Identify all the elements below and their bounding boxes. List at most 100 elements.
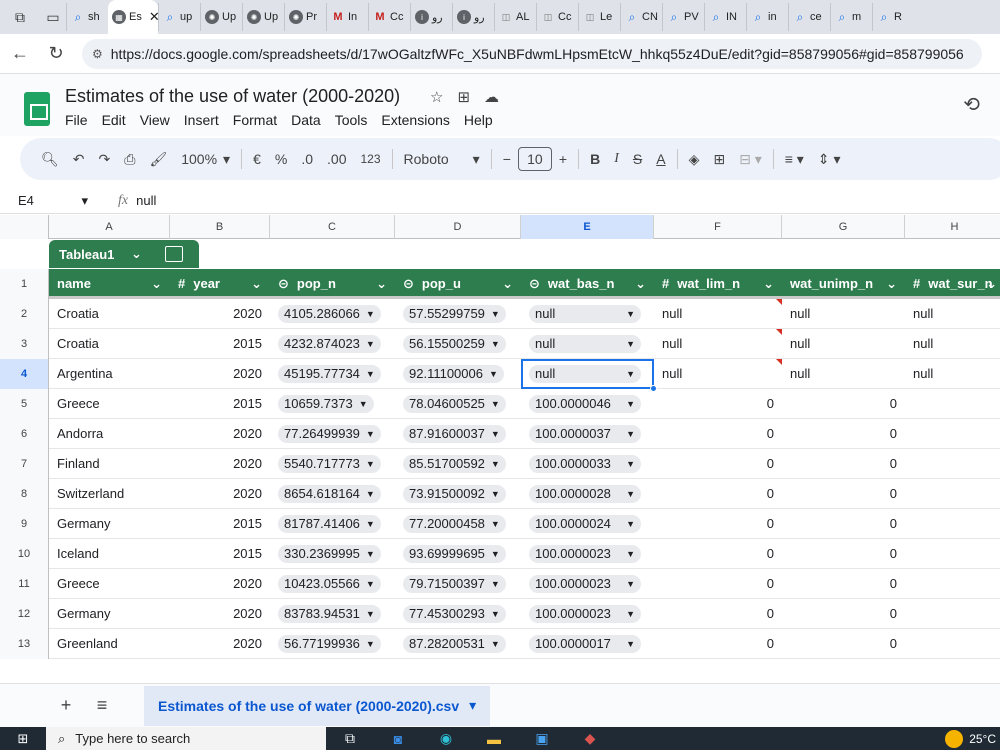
browser-tab[interactable]: ⌕ in (746, 3, 788, 31)
cell-pop-u[interactable]: 92.11100006 ▼ (395, 359, 521, 389)
star-icon[interactable]: ☆ (430, 88, 443, 106)
cell-name[interactable]: Andorra (49, 419, 170, 449)
version-history-icon[interactable]: ⟲ (963, 92, 980, 117)
column-header-a[interactable]: A (49, 215, 170, 239)
menu-item-edit[interactable]: Edit (95, 112, 133, 128)
text-color-button[interactable]: A (649, 145, 672, 173)
undo-icon[interactable]: ↶ (66, 145, 92, 173)
cell-pop-u[interactable]: 57.55299759 ▼ (395, 299, 521, 329)
dropdown-chip[interactable]: 85.51700592 ▼ (403, 455, 506, 473)
cell-wat-unimp-n[interactable]: null (782, 299, 905, 329)
chevron-down-icon[interactable]: ⌄ (886, 269, 897, 299)
cell-pop-u[interactable]: 77.45300293 ▼ (395, 599, 521, 629)
dropdown-chip[interactable]: 83783.94531 ▼ (278, 605, 381, 623)
font-size-increase-button[interactable]: + (552, 145, 574, 173)
fill-handle[interactable] (650, 385, 657, 392)
cell-name[interactable]: Argentina (49, 359, 170, 389)
cell-pop-u[interactable]: 79.71500397 ▼ (395, 569, 521, 599)
menu-item-tools[interactable]: Tools (328, 112, 375, 128)
cell-name[interactable]: Croatia (49, 329, 170, 359)
font-size-input[interactable]: 10 (517, 147, 552, 171)
dropdown-chip[interactable]: 77.20000458 ▼ (403, 515, 506, 533)
dropdown-chip[interactable]: 5540.717773 ▼ (278, 455, 381, 473)
cell-year[interactable]: 2020 (170, 599, 270, 629)
dropdown-chip[interactable]: 8654.618164 ▼ (278, 485, 381, 503)
dropdown-chip[interactable]: 4105.286066 ▼ (278, 305, 381, 323)
decrease-decimal-button[interactable]: .0 (294, 145, 320, 173)
column-header-pop-u[interactable]: ⊝ pop_u ⌄ (395, 269, 521, 299)
cell-wat-unimp-n[interactable]: 0 (782, 479, 905, 509)
edge-icon[interactable]: ◉ (422, 727, 470, 750)
cell-year[interactable]: 2020 (170, 569, 270, 599)
tab-actions-icon[interactable]: ▭ (40, 0, 66, 34)
column-header-wat-unimp-n[interactable]: wat_unimp_n ⌄ (782, 269, 905, 299)
cell-wat-sur-n[interactable] (905, 419, 1000, 449)
taskbar-search-input[interactable]: ⌕ Type here to search (46, 727, 326, 750)
cell-pop-n[interactable]: 45195.77734 ▼ (270, 359, 395, 389)
dropdown-chip[interactable]: 93.69999695 ▼ (403, 545, 506, 563)
vertical-align-icon[interactable]: ⇕ ▾ (811, 145, 848, 173)
cell-name[interactable]: Iceland (49, 539, 170, 569)
collections-icon[interactable]: ⧉ (0, 0, 40, 34)
chevron-down-icon[interactable]: ⌄ (376, 269, 387, 299)
cell-wat-lim-n[interactable]: null (654, 359, 782, 389)
increase-decimal-button[interactable]: .00 (320, 145, 353, 173)
dropdown-chip[interactable]: 57.55299759 ▼ (403, 305, 506, 323)
chevron-down-icon[interactable]: ⌄ (251, 269, 262, 299)
column-header-d[interactable]: D (395, 215, 521, 239)
cloud-status-icon[interactable]: ☁ (484, 88, 499, 106)
menu-item-view[interactable]: View (133, 112, 177, 128)
site-info-icon[interactable]: ⚙ (92, 47, 103, 61)
dropdown-chip[interactable]: 92.11100006 ▼ (403, 365, 504, 383)
task-view-icon[interactable]: ⧉ (326, 727, 374, 750)
font-select[interactable]: Roboto ▾ (397, 145, 487, 173)
cell-wat-bas-n[interactable]: 100.0000046 ▼ (521, 389, 654, 419)
cell-name[interactable]: Greenland (49, 629, 170, 659)
row-number[interactable]: 3 (0, 329, 49, 359)
chevron-down-icon[interactable]: ⌄ (763, 269, 774, 299)
column-header-year[interactable]: # year ⌄ (170, 269, 270, 299)
row-number[interactable]: 1 (0, 269, 49, 299)
dropdown-chip[interactable]: 100.0000024 ▼ (529, 515, 641, 533)
browser-tab[interactable]: M In (326, 3, 368, 31)
cell-wat-unimp-n[interactable]: null (782, 359, 905, 389)
cell-name[interactable]: Switzerland (49, 479, 170, 509)
file-explorer-icon[interactable]: ▬ (470, 727, 518, 750)
row-number[interactable]: 9 (0, 509, 49, 539)
dropdown-chip[interactable]: 78.04600525 ▼ (403, 395, 506, 413)
dropdown-chip[interactable]: 87.91600037 ▼ (403, 425, 506, 443)
dropdown-chip[interactable]: 77.45300293 ▼ (403, 605, 506, 623)
dropdown-chip[interactable]: 100.0000028 ▼ (529, 485, 641, 503)
column-header-h[interactable]: H (905, 215, 1000, 239)
browser-tab[interactable]: ⌕ R (872, 3, 914, 31)
cell-name[interactable]: Greece (49, 569, 170, 599)
menu-item-help[interactable]: Help (457, 112, 500, 128)
paint-format-icon[interactable]: 🖌︎ (142, 145, 174, 173)
cell-pop-n[interactable]: 4232.874023 ▼ (270, 329, 395, 359)
menu-item-format[interactable]: Format (226, 112, 284, 128)
dropdown-chip[interactable]: 77.26499939 ▼ (278, 425, 381, 443)
cell-pop-u[interactable]: 78.04600525 ▼ (395, 389, 521, 419)
dropdown-chip[interactable]: 87.28200531 ▼ (403, 635, 506, 653)
cell-year[interactable]: 2020 (170, 449, 270, 479)
table-view-icon[interactable] (165, 246, 183, 262)
cell-name[interactable]: Germany (49, 599, 170, 629)
browser-tab[interactable]: ⌕ ce (788, 3, 830, 31)
dropdown-chip[interactable]: 4232.874023 ▼ (278, 335, 381, 353)
cell-pop-n[interactable]: 330.2369995 ▼ (270, 539, 395, 569)
cell-pop-n[interactable]: 4105.286066 ▼ (270, 299, 395, 329)
cell-wat-sur-n[interactable] (905, 449, 1000, 479)
italic-button[interactable]: I (607, 145, 626, 173)
cell-wat-lim-n[interactable]: null (654, 329, 782, 359)
cell-year[interactable]: 2020 (170, 359, 270, 389)
chevron-down-icon[interactable]: ⌄ (986, 269, 997, 299)
cell-year[interactable]: 2015 (170, 329, 270, 359)
fill-color-icon[interactable]: ◈ (682, 145, 707, 173)
chevron-down-icon[interactable]: ⌄ (635, 269, 646, 299)
cell-wat-lim-n[interactable]: 0 (654, 569, 782, 599)
row-number[interactable]: 7 (0, 449, 49, 479)
row-number[interactable]: 10 (0, 539, 49, 569)
sheets-logo-icon[interactable] (24, 92, 50, 126)
dropdown-chip[interactable]: 100.0000023 ▼ (529, 605, 641, 623)
cell-pop-u[interactable]: 77.20000458 ▼ (395, 509, 521, 539)
